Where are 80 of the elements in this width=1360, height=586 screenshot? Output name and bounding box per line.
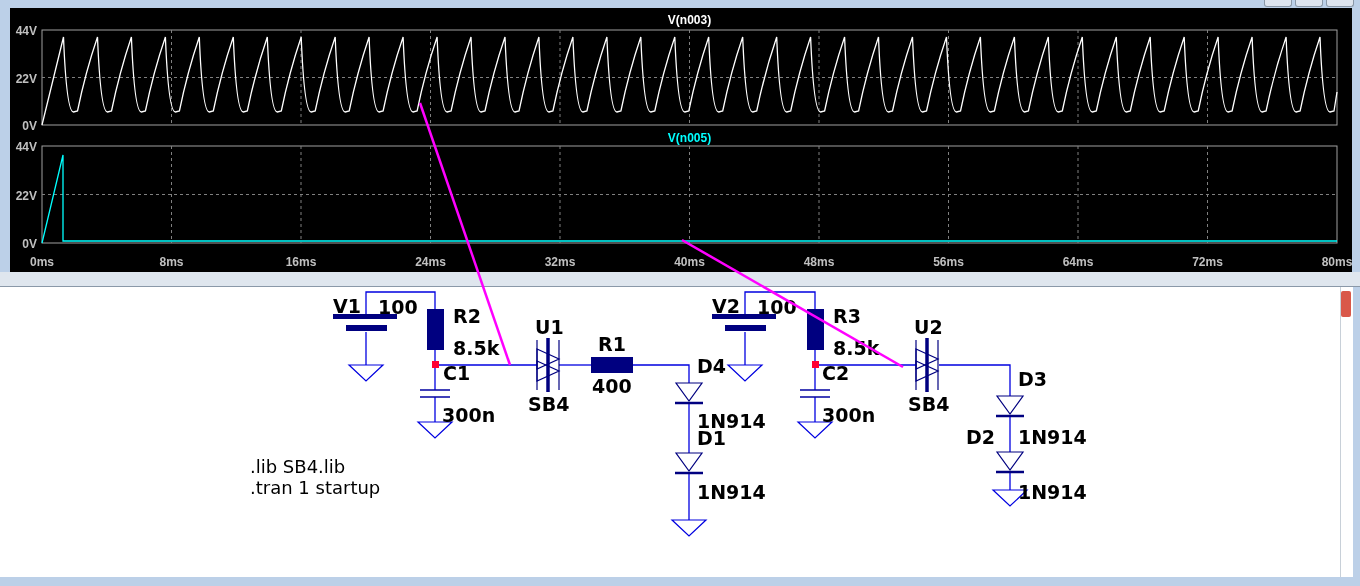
diode-symbol	[674, 452, 704, 475]
wire	[688, 472, 690, 521]
close-button[interactable]	[1326, 0, 1354, 7]
component-label: C2	[822, 362, 850, 384]
component-value: 300n	[442, 404, 496, 426]
x-tick-label: 64ms	[1062, 255, 1094, 269]
component-value: SB4	[528, 393, 570, 415]
component-value: 1N914	[1018, 481, 1087, 503]
component-label: D3	[1018, 368, 1047, 390]
component-value: 8.5k	[453, 337, 500, 359]
diode-symbol	[674, 382, 704, 405]
y-tick-label: 44V	[15, 140, 37, 154]
x-tick-label: 8ms	[159, 255, 184, 269]
capacitor-symbol	[419, 389, 451, 398]
diode-symbol	[995, 451, 1025, 474]
splitter-bar[interactable]	[0, 272, 1360, 287]
component-label: D2	[966, 426, 995, 448]
wire	[365, 331, 367, 366]
ground-symbol	[347, 364, 385, 382]
spice-directive: .tran 1 startup	[250, 477, 381, 498]
wire	[744, 291, 816, 317]
x-tick-label: 72ms	[1192, 255, 1223, 269]
component-label: V2	[712, 295, 740, 317]
sidac-symbol	[536, 338, 561, 392]
y-tick-label: 22V	[15, 71, 37, 86]
component-label: R1	[598, 333, 626, 355]
trace-label[interactable]: V(n005)	[667, 131, 712, 145]
y-tick-label: 0V	[22, 119, 37, 133]
minimize-button[interactable]	[1264, 0, 1292, 7]
wire	[1009, 415, 1011, 453]
wire	[558, 364, 592, 366]
resistor-symbol	[807, 309, 824, 350]
resistor-symbol	[591, 357, 633, 373]
wire	[744, 331, 746, 366]
maximize-button[interactable]	[1295, 0, 1323, 7]
component-label: U1	[535, 316, 564, 338]
x-tick-label: 16ms	[285, 255, 317, 269]
wire	[814, 396, 816, 423]
x-tick-label: 48ms	[803, 255, 835, 269]
component-value: 1N914	[1018, 426, 1087, 448]
x-tick-label: 24ms	[415, 255, 446, 269]
ground-symbol	[726, 364, 764, 382]
y-tick-label: 22V	[15, 188, 37, 203]
wire	[434, 396, 436, 423]
component-label: C1	[443, 362, 471, 384]
component-label: R3	[833, 305, 861, 327]
component-value: SB4	[908, 393, 950, 415]
x-tick-label: 80ms	[1321, 255, 1352, 269]
window-button[interactable]	[1341, 291, 1351, 317]
battery-symbol	[333, 314, 397, 331]
component-value: 100	[757, 296, 797, 318]
ground-symbol	[670, 519, 708, 537]
ground-symbol	[796, 421, 834, 439]
y-tick-label: 44V	[15, 24, 37, 38]
wire	[688, 402, 690, 454]
x-tick-label: 32ms	[544, 255, 576, 269]
wire	[1009, 471, 1011, 491]
component-value: 100	[378, 296, 418, 318]
y-tick-label: 0V	[22, 237, 37, 251]
component-label: R2	[453, 305, 481, 327]
component-label: D4	[697, 355, 726, 377]
spice-directive: .lib SB4.lib	[250, 456, 346, 477]
resistor-symbol	[427, 309, 444, 350]
component-label: U2	[914, 316, 943, 338]
battery-symbol	[712, 314, 776, 331]
trace-label[interactable]: V(n003)	[667, 13, 712, 27]
wire	[632, 364, 690, 384]
x-tick-label: 56ms	[933, 255, 964, 269]
component-value: 300n	[822, 404, 876, 426]
component-value: 400	[592, 375, 632, 397]
component-label: V1	[333, 295, 361, 317]
ground-symbol	[416, 421, 454, 439]
diode-symbol	[995, 395, 1025, 418]
x-tick-label: 40ms	[674, 255, 705, 269]
capacitor-symbol	[799, 389, 831, 398]
scrollbar[interactable]	[1340, 287, 1353, 577]
sidac-symbol	[915, 338, 940, 392]
x-tick-label: 0ms	[30, 255, 54, 269]
component-value: 1N914	[697, 481, 766, 503]
wire	[365, 291, 436, 317]
